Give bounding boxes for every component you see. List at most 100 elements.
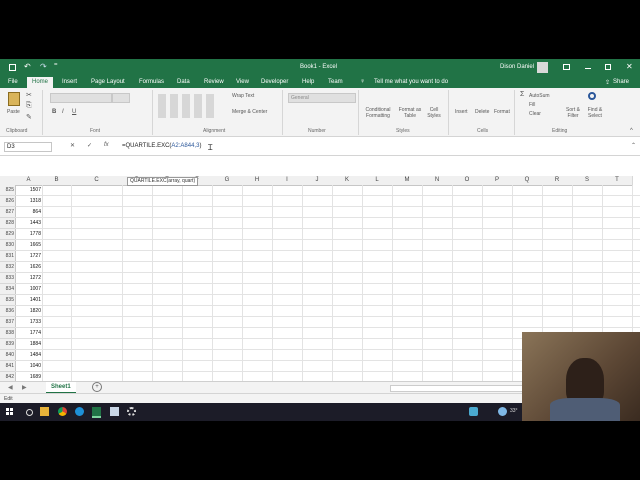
cell-a[interactable]: 1443 xyxy=(15,218,43,229)
font-size-dropdown[interactable] xyxy=(112,93,130,103)
format-as-table-button[interactable]: Format as Table xyxy=(396,107,424,119)
clear-button[interactable]: Clear xyxy=(529,111,541,117)
italic-button[interactable]: I xyxy=(62,109,64,115)
font-name-dropdown[interactable] xyxy=(50,93,112,103)
row-header[interactable]: 838 xyxy=(0,328,16,339)
add-sheet-button[interactable]: + xyxy=(92,382,102,392)
cell-a[interactable]: 1778 xyxy=(15,229,43,240)
column-header-r[interactable]: R xyxy=(542,176,573,186)
file-explorer-icon[interactable] xyxy=(40,407,49,416)
avatar[interactable] xyxy=(537,62,548,73)
cell-a[interactable]: 1040 xyxy=(15,361,43,372)
row-header[interactable]: 829 xyxy=(0,229,16,240)
cell-a[interactable]: 1318 xyxy=(15,196,43,207)
tab-file[interactable]: File xyxy=(8,79,18,85)
row-header[interactable]: 831 xyxy=(0,251,16,262)
autosum-icon[interactable]: Σ xyxy=(520,91,524,98)
row-header[interactable]: 836 xyxy=(0,306,16,317)
column-header-q[interactable]: Q xyxy=(512,176,543,186)
tab-view[interactable]: View xyxy=(236,79,249,85)
cell-a[interactable]: 1665 xyxy=(15,240,43,251)
cell-a[interactable]: 1727 xyxy=(15,251,43,262)
ribbon-display-icon[interactable] xyxy=(563,64,570,70)
row-header[interactable]: 825 xyxy=(0,185,16,196)
cell-a[interactable]: 1272 xyxy=(15,273,43,284)
close-icon[interactable]: ✕ xyxy=(626,62,633,71)
column-header-n[interactable]: N xyxy=(422,176,453,186)
user-name[interactable]: Dison Daniel xyxy=(500,64,534,70)
tell-me-search[interactable]: Tell me what you want to do xyxy=(374,79,448,85)
merge-center-button[interactable]: Merge & Center xyxy=(232,109,267,115)
row-header[interactable]: 830 xyxy=(0,240,16,251)
cancel-button[interactable]: ✕ xyxy=(70,142,75,149)
format-cells-button[interactable]: Format xyxy=(494,109,510,115)
cut-icon[interactable]: ✂ xyxy=(26,91,32,99)
tab-review[interactable]: Review xyxy=(204,79,224,85)
column-header-l[interactable]: L xyxy=(362,176,393,186)
row-header[interactable]: 839 xyxy=(0,339,16,350)
tab-page-layout[interactable]: Page Layout xyxy=(91,79,125,85)
column-header-c[interactable]: C xyxy=(71,176,123,186)
row-header[interactable]: 840 xyxy=(0,350,16,361)
align-icons[interactable] xyxy=(158,94,218,118)
chrome-icon[interactable] xyxy=(58,407,67,416)
paste-button[interactable]: Paste xyxy=(7,109,20,115)
column-header-t[interactable]: T xyxy=(602,176,633,186)
column-header-b[interactable]: B xyxy=(42,176,72,186)
formula-input[interactable]: =QUARTILE.EXC(A2:A844,3) xyxy=(122,143,201,149)
excel-icon[interactable] xyxy=(92,407,101,418)
horizontal-scrollbar[interactable] xyxy=(390,385,524,392)
cell-a[interactable]: 1774 xyxy=(15,328,43,339)
insert-cells-button[interactable]: Insert xyxy=(455,109,468,115)
tab-team[interactable]: Team xyxy=(328,79,343,85)
copy-icon[interactable]: ⎘ xyxy=(26,102,32,110)
row-header[interactable]: 828 xyxy=(0,218,16,229)
expand-formula-icon[interactable]: ⌃ xyxy=(631,142,636,149)
row-header[interactable]: 837 xyxy=(0,317,16,328)
settings-icon[interactable] xyxy=(127,407,136,416)
search-icon[interactable] xyxy=(26,409,33,416)
delete-cells-button[interactable]: Delete xyxy=(475,109,489,115)
row-header[interactable]: 834 xyxy=(0,284,16,295)
teams-icon[interactable] xyxy=(469,407,478,416)
tab-insert[interactable]: Insert xyxy=(62,79,77,85)
collapse-ribbon-icon[interactable]: ^ xyxy=(630,128,633,134)
column-header-j[interactable]: J xyxy=(302,176,333,186)
column-header-i[interactable]: I xyxy=(272,176,303,186)
paste-icon[interactable] xyxy=(8,92,20,106)
fill-button[interactable]: Fill xyxy=(529,102,535,108)
tab-data[interactable]: Data xyxy=(177,79,190,85)
bold-button[interactable]: B xyxy=(52,109,56,115)
cell-a[interactable]: 864 xyxy=(15,207,43,218)
row-header[interactable]: 833 xyxy=(0,273,16,284)
find-select-button[interactable]: Find & Select xyxy=(584,107,606,119)
column-header-g[interactable]: G xyxy=(212,176,243,186)
column-header-p[interactable]: P xyxy=(482,176,513,186)
cell-styles-button[interactable]: Cell Styles xyxy=(424,107,444,119)
row-header[interactable]: 841 xyxy=(0,361,16,372)
cell-a[interactable]: 1401 xyxy=(15,295,43,306)
maximize-icon[interactable] xyxy=(605,64,611,70)
sort-filter-button[interactable]: Sort & Filter xyxy=(562,107,584,119)
tab-help[interactable]: Help xyxy=(302,79,314,85)
column-header-s[interactable]: S xyxy=(572,176,603,186)
underline-button[interactable]: U xyxy=(72,109,76,115)
edge-icon[interactable] xyxy=(75,407,84,416)
cell-a[interactable]: 1820 xyxy=(15,306,43,317)
row-header[interactable]: 826 xyxy=(0,196,16,207)
cell-a[interactable]: 1884 xyxy=(15,339,43,350)
cell-a[interactable]: 1507 xyxy=(15,185,43,196)
column-header-m[interactable]: M xyxy=(392,176,423,186)
wrap-text-button[interactable]: Wrap Text xyxy=(232,93,254,99)
format-painter-icon[interactable]: ✎ xyxy=(26,113,32,121)
row-header[interactable]: 827 xyxy=(0,207,16,218)
sheet-nav-next-icon[interactable]: ▶ xyxy=(22,384,27,391)
fx-button[interactable]: fx xyxy=(104,142,109,148)
tab-developer[interactable]: Developer xyxy=(261,79,288,85)
number-format-dropdown[interactable]: General xyxy=(288,93,356,103)
row-header[interactable]: 832 xyxy=(0,262,16,273)
column-header-k[interactable]: K xyxy=(332,176,363,186)
save-icon[interactable] xyxy=(9,64,16,71)
name-box[interactable]: D3 xyxy=(4,142,52,152)
cell-a[interactable]: 1733 xyxy=(15,317,43,328)
